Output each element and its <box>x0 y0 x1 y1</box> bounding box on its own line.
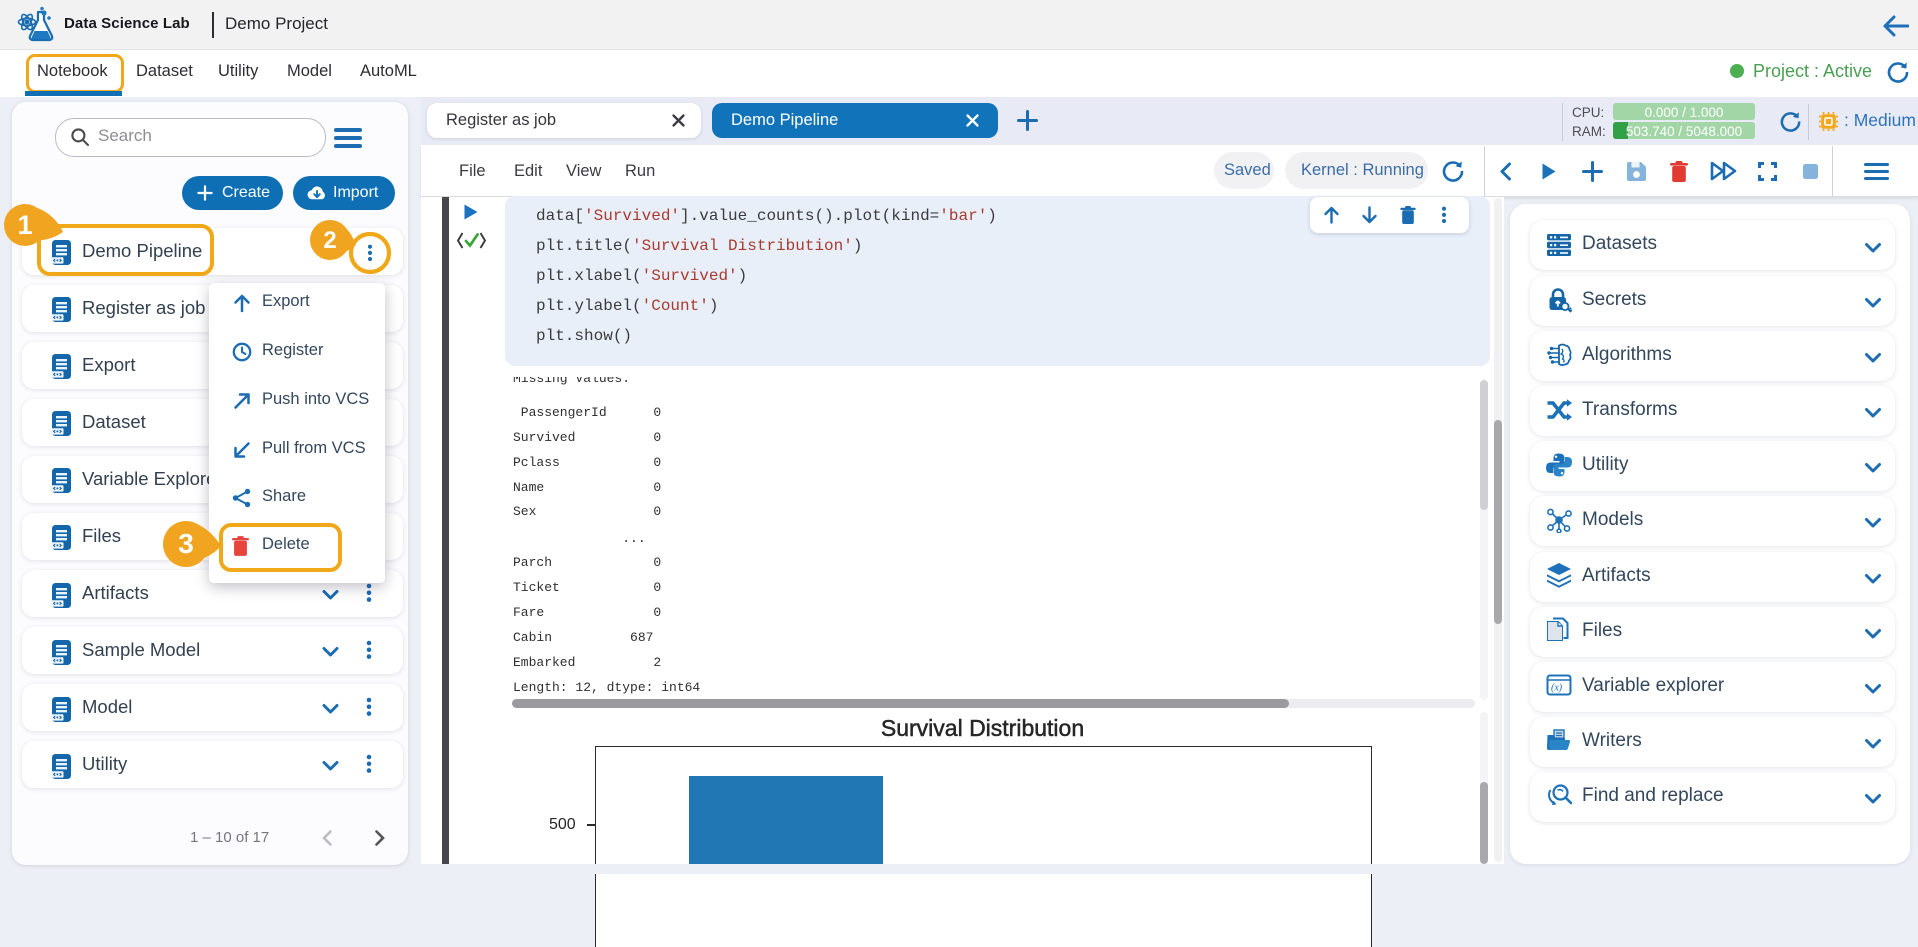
svg-text:2: 2 <box>323 227 336 254</box>
svg-text:3: 3 <box>178 528 194 559</box>
svg-text:(x): (x) <box>1551 683 1563 694</box>
svg-text:1: 1 <box>17 210 32 240</box>
